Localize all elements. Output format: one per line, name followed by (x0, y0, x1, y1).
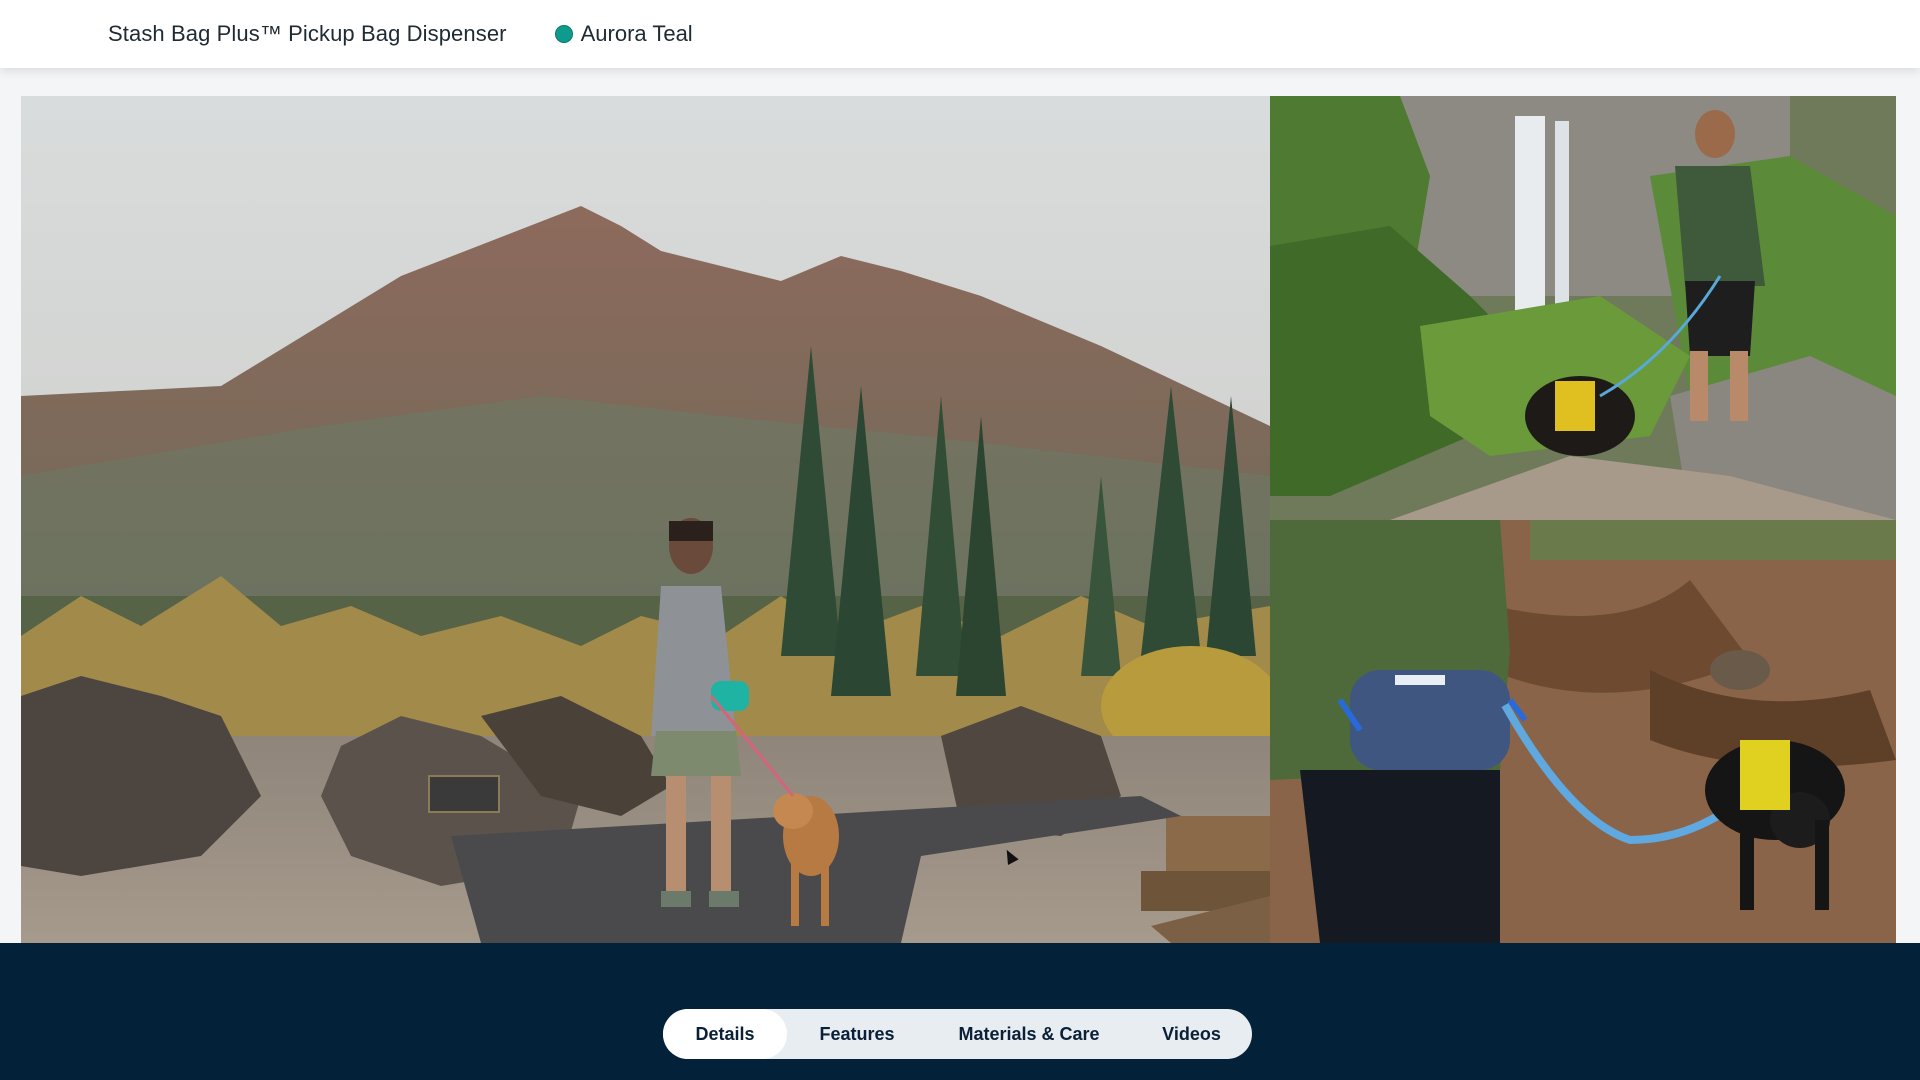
bag-closeup-photo[interactable] (1270, 520, 1896, 943)
product-title: Stash Bag Plus™ Pickup Bag Dispenser (108, 21, 507, 46)
tab-details[interactable]: Details (663, 1009, 787, 1059)
selected-color-indicator: Aurora Teal (554, 21, 693, 47)
tab-features[interactable]: Features (787, 1009, 927, 1059)
tab-materials-care[interactable]: Materials & Care (927, 1009, 1131, 1059)
tab-videos[interactable]: Videos (1131, 1009, 1252, 1059)
product-info-tabs: Details Features Materials & Care Videos (663, 1009, 1252, 1059)
main-hiking-photo[interactable] (21, 96, 1270, 943)
product-image-gallery (21, 96, 1896, 943)
color-swatch-icon (554, 25, 573, 43)
waterfall-hiking-photo[interactable] (1270, 96, 1896, 520)
product-header-bar: Stash Bag Plus™ Pickup Bag Dispenser Aur… (0, 0, 1920, 68)
color-name-label: Aurora Teal (580, 21, 693, 46)
